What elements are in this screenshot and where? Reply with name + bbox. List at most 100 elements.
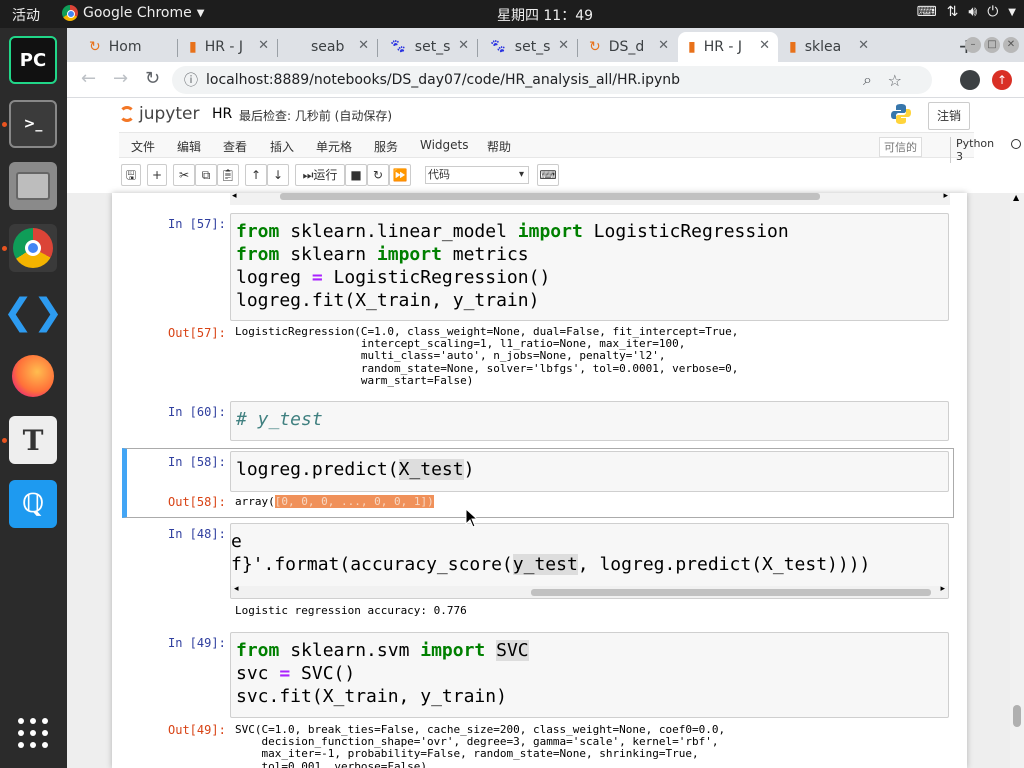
menu-edit[interactable]: 编辑 — [177, 138, 201, 155]
chevron-down-icon[interactable]: ▼ — [1008, 4, 1016, 20]
qq-app-icon[interactable]: ℚ — [9, 480, 57, 528]
cell-type-select[interactable]: 代码 — [425, 166, 529, 184]
horizontal-scrollbar[interactable]: ◂ ▸ — [230, 193, 950, 205]
menu-cell[interactable]: 单元格 — [316, 138, 352, 155]
menu-widgets[interactable]: Widgets — [420, 138, 469, 152]
scroll-left-icon[interactable]: ◂ — [232, 193, 237, 201]
url-text[interactable]: localhost:8889/notebooks/DS_day07/code/H… — [206, 72, 680, 88]
restart-icon[interactable]: ↻ — [367, 164, 389, 186]
file-manager-icon[interactable] — [9, 162, 57, 210]
code-cell-input[interactable]: logreg.predict(X_test) — [230, 451, 949, 492]
cell-horizontal-scrollbar[interactable]: ◂ ▸ — [231, 584, 948, 598]
code-text[interactable]: from sklearn.svm import SVC svc = SVC() … — [231, 633, 948, 714]
menu-kernel[interactable]: 服务 — [374, 138, 398, 155]
code-text[interactable]: from sklearn.linear_model import Logisti… — [231, 214, 948, 318]
activities-button[interactable]: 活动 — [12, 5, 40, 25]
typora-icon[interactable]: T — [9, 416, 57, 464]
clock[interactable]: 星期四 11：49 — [480, 5, 610, 25]
scroll-left-icon[interactable]: ◂ — [234, 584, 239, 594]
kernel-name[interactable]: Python 3 — [950, 137, 994, 163]
close-window-button[interactable]: ✕ — [1003, 37, 1019, 53]
power-icon[interactable]: ⏻ — [987, 4, 998, 20]
save-icon[interactable]: 🖫 — [121, 164, 141, 186]
move-up-icon[interactable]: ↑ — [245, 164, 267, 186]
insert-cell-icon[interactable]: + — [147, 164, 167, 186]
network-icon[interactable]: ⇅ — [947, 4, 959, 20]
menu-insert[interactable]: 插入 — [270, 138, 294, 155]
keyboard-icon[interactable]: ⌨ — [916, 4, 936, 20]
chevron-down-icon: ▼ — [196, 7, 205, 19]
app-name: Google Chrome — [83, 5, 192, 21]
scroll-up-icon[interactable]: ▲ — [1013, 193, 1019, 202]
run-button[interactable]: ⏭运行 — [295, 164, 345, 186]
maximize-button[interactable]: □ — [984, 37, 1000, 53]
terminal-icon[interactable]: >_ — [9, 100, 57, 148]
scroll-thumb[interactable] — [531, 589, 931, 596]
close-icon[interactable]: ✕ — [858, 38, 869, 53]
menu-file[interactable]: 文件 — [131, 138, 155, 155]
close-icon[interactable]: ✕ — [258, 38, 269, 53]
firefox-icon[interactable] — [9, 352, 57, 400]
code-cell-input[interactable]: e f}'.format(accuracy_score(y_test, logr… — [230, 523, 949, 599]
command-palette-icon[interactable]: ⌨ — [537, 164, 559, 186]
logout-button[interactable]: 注销 — [928, 102, 971, 130]
selected-output-text[interactable]: [0, 0, 0, ..., 0, 0, 1]) — [274, 495, 434, 508]
zoom-icon[interactable]: ⌕ — [863, 70, 872, 90]
close-icon[interactable]: ✕ — [358, 38, 369, 53]
paste-icon[interactable]: 📋︎ — [217, 164, 239, 186]
volume-icon[interactable]: 🔊︎ — [968, 4, 977, 20]
system-tray[interactable]: ⌨ ⇅ 🔊︎ ⏻ ▼ — [916, 4, 1016, 20]
jupyter-logo[interactable]: jupyter — [119, 104, 199, 124]
jupyter-header: jupyter HR 最后检查: 几秒前 (自动保存) 注销 文件 编辑 查看 … — [67, 98, 1024, 193]
menu-view[interactable]: 查看 — [223, 138, 247, 155]
close-icon[interactable]: ✕ — [658, 38, 669, 53]
tab-sklearn[interactable]: ▮ sklea ✕ — [779, 32, 877, 62]
code-cell-input[interactable]: from sklearn.linear_model import Logisti… — [230, 213, 949, 321]
copy-icon[interactable]: ⧉ — [195, 164, 217, 186]
vscode-icon[interactable]: ❮❯ — [3, 288, 63, 336]
chrome-icon[interactable] — [9, 224, 57, 272]
reload-button[interactable]: ↻ — [145, 68, 160, 89]
tab-hr-jupyter-active[interactable]: ▮ HR - J ✕ — [678, 32, 778, 62]
back-button[interactable]: ← — [81, 68, 96, 89]
scroll-right-icon[interactable]: ▸ — [940, 584, 945, 594]
tab-set-s-1[interactable]: 🐾︎ set_s ✕ — [379, 32, 477, 62]
info-icon[interactable]: ⓘ — [184, 70, 198, 90]
close-icon[interactable]: ✕ — [759, 38, 770, 53]
scroll-right-icon[interactable]: ▸ — [943, 193, 948, 201]
app-menu[interactable]: Google Chrome ▼ — [62, 5, 204, 21]
cut-icon[interactable]: ✂ — [173, 164, 195, 186]
move-down-icon[interactable]: ↓ — [267, 164, 289, 186]
close-icon[interactable]: ✕ — [458, 38, 469, 53]
notebook-toolbar: 🖫 + ✂ ⧉ 📋︎ ↑ ↓ ⏭运行 ■ ↻ ⏩ 代码 ⌨ — [119, 164, 974, 188]
address-bar[interactable]: ⓘ localhost:8889/notebooks/DS_day07/code… — [172, 66, 932, 94]
tab-set-s-2[interactable]: 🐾︎ set_s ✕ — [479, 32, 577, 62]
tab-hr-jupyter[interactable]: ▮ HR - J ✕ — [179, 32, 277, 62]
code-text[interactable]: # y_test — [231, 402, 948, 437]
forward-button[interactable]: → — [113, 68, 128, 89]
code-cell-input[interactable]: # y_test — [230, 401, 949, 441]
show-applications-icon[interactable] — [18, 718, 48, 748]
page-vertical-scrollbar[interactable]: ▲ — [1010, 193, 1024, 768]
tab-ds-day[interactable]: ↻ DS_d ✕ — [579, 32, 677, 62]
update-icon[interactable]: ↑ — [992, 70, 1012, 90]
stop-icon[interactable]: ■ — [345, 164, 367, 186]
notebook-name[interactable]: HR — [212, 106, 232, 122]
code-text[interactable]: e f}'.format(accuracy_score(y_test, logr… — [231, 524, 948, 582]
tab-seaborn[interactable]: seab ✕ — [279, 32, 377, 62]
minimize-button[interactable]: – — [965, 37, 981, 53]
tab-home[interactable]: ↻ Hom — [79, 32, 177, 62]
notebook-menubar: 文件 编辑 查看 插入 单元格 服务 Widgets 帮助 可信的 Python… — [119, 132, 1021, 163]
code-text[interactable]: logreg.predict(X_test) — [231, 452, 948, 487]
input-prompt: In [48]: — [168, 527, 226, 541]
restart-run-all-icon[interactable]: ⏩ — [389, 164, 411, 186]
scroll-thumb[interactable] — [1013, 705, 1021, 727]
trusted-indicator[interactable]: 可信的 — [879, 137, 922, 157]
pycharm-icon[interactable]: PC — [9, 36, 57, 84]
bookmark-star-icon[interactable]: ☆ — [888, 71, 902, 90]
profile-avatar-icon[interactable] — [960, 70, 980, 90]
code-cell-input[interactable]: from sklearn.svm import SVC svc = SVC() … — [230, 632, 949, 718]
scroll-thumb[interactable] — [280, 193, 820, 200]
close-icon[interactable]: ✕ — [558, 38, 569, 53]
menu-help[interactable]: 帮助 — [487, 138, 511, 155]
